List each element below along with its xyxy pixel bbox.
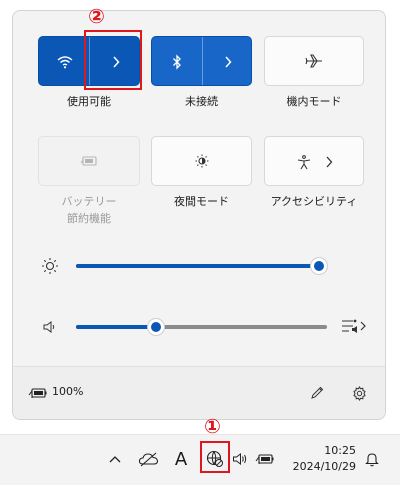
battery-saver-icon <box>39 137 139 185</box>
battery-icon[interactable] <box>254 449 276 469</box>
battery-saver-tile[interactable] <box>38 136 140 186</box>
volume-fill <box>76 325 156 329</box>
annotation-two: ② <box>88 4 105 28</box>
airplane-label: 機内モード <box>286 95 342 108</box>
bluetooth-icon[interactable] <box>152 37 202 87</box>
annotation-box-two <box>84 30 142 90</box>
night-light-tile[interactable] <box>151 136 252 186</box>
accessibility-tile[interactable] <box>264 136 364 186</box>
ime-indicator[interactable]: A <box>172 447 190 471</box>
clock-time: 10:25 <box>324 444 356 457</box>
pen-icon[interactable] <box>307 383 327 403</box>
airplane-icon <box>265 37 363 85</box>
battery-percent: 100% <box>52 385 84 398</box>
bell-icon[interactable] <box>362 449 382 469</box>
audio-output-icon[interactable] <box>337 316 371 336</box>
volume-slider-thumb[interactable] <box>147 318 165 336</box>
wifi-icon[interactable] <box>39 37 90 87</box>
quick-settings-footer: 100% <box>13 366 385 419</box>
accessibility-icon <box>293 137 315 187</box>
sun-icon <box>39 255 61 277</box>
system-clock[interactable]: 10:25 2024/10/29 <box>293 443 356 475</box>
chevron-up-icon[interactable] <box>106 449 124 469</box>
chevron-right-icon[interactable] <box>202 37 253 87</box>
night-light-label: 夜間モード <box>174 195 229 208</box>
speaker-icon[interactable] <box>39 317 59 337</box>
airplane-tile[interactable] <box>264 36 364 86</box>
brightness-fill <box>76 264 319 268</box>
battery-icon[interactable] <box>27 383 49 403</box>
speaker-icon[interactable] <box>230 449 250 469</box>
brightness-slider-thumb[interactable] <box>310 257 328 275</box>
accessibility-label: アクセシビリティ <box>270 195 358 208</box>
bluetooth-label: 未接続 <box>185 95 218 108</box>
clock-date: 2024/10/29 <box>292 460 356 473</box>
chevron-right-icon[interactable] <box>319 137 339 187</box>
quick-settings-panel: 使用可能 未接続 機内モード バッテリー 節約機能 夜間モード アクセシビリティ… <box>12 10 386 420</box>
wifi-label: 使用可能 <box>67 95 111 108</box>
battery-saver-label-line2: 節約機能 <box>67 212 111 225</box>
bluetooth-tile[interactable] <box>151 36 252 86</box>
gear-icon[interactable] <box>349 383 369 403</box>
night-light-icon <box>152 137 251 185</box>
annotation-box-one <box>200 441 230 473</box>
battery-saver-label-line1: バッテリー <box>61 195 117 208</box>
annotation-one: ① <box>204 414 221 438</box>
onedrive-icon[interactable] <box>137 449 161 469</box>
